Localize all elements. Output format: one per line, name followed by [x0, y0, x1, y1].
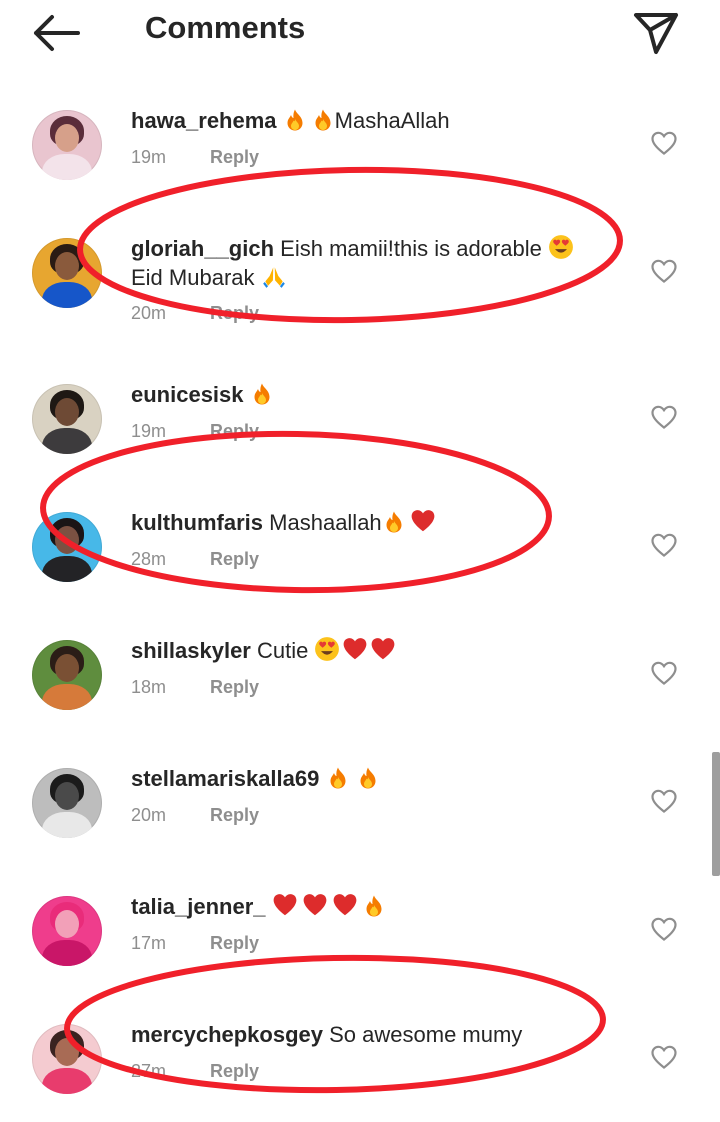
comment-text: mercychepkosgey So awesome mumy — [131, 1020, 621, 1049]
reply-button[interactable]: Reply — [210, 303, 259, 323]
list-item: shillaskyler Cutie 18m Reply — [0, 610, 720, 738]
heart-icon[interactable] — [650, 916, 678, 942]
comment-text: eunicesisk — [131, 380, 621, 409]
comment-meta: 28m Reply — [131, 549, 259, 570]
username[interactable]: mercychepkosgey — [131, 1022, 323, 1047]
timestamp: 27m — [131, 1061, 167, 1081]
avatar[interactable] — [32, 896, 102, 966]
avatar[interactable] — [32, 640, 102, 710]
reply-button[interactable]: Reply — [210, 549, 259, 569]
comment-text: shillaskyler Cutie — [131, 636, 621, 665]
reply-button[interactable]: Reply — [210, 933, 259, 953]
comment-meta: 20m Reply — [131, 805, 259, 826]
scrollbar[interactable] — [712, 752, 720, 876]
timestamp: 20m — [131, 805, 167, 825]
comment-text: kulthumfaris Mashaallah — [131, 508, 621, 537]
timestamp: 19m — [131, 147, 167, 167]
comment-body: Cutie — [257, 638, 309, 663]
timestamp: 20m — [131, 303, 167, 323]
comment-meta: 19m Reply — [131, 147, 259, 168]
timestamp: 17m — [131, 933, 167, 953]
username[interactable]: kulthumfaris — [131, 510, 263, 535]
red-heart-icon — [342, 636, 368, 662]
comment-text: talia_jenner_ — [131, 892, 621, 921]
list-item: eunicesisk 19m Reply — [0, 354, 720, 482]
comment-text: stellamariskalla69 — [131, 764, 621, 793]
avatar[interactable] — [32, 110, 102, 180]
red-heart-icon — [302, 892, 328, 918]
praying-hands-icon — [261, 263, 287, 289]
comment-meta: 17m Reply — [131, 933, 259, 954]
page-title: Comments — [145, 10, 306, 45]
red-heart-icon — [332, 892, 358, 918]
list-item: talia_jenner_ 17m Reply — [0, 866, 720, 994]
fire-icon — [283, 108, 307, 132]
comment-body-line2: Eid Mubarak — [131, 265, 255, 290]
comment-meta: 20m Reply — [131, 303, 259, 324]
username[interactable]: eunicesisk — [131, 382, 244, 407]
fire-icon — [356, 766, 380, 790]
reply-button[interactable]: Reply — [210, 805, 259, 825]
reply-button[interactable]: Reply — [210, 677, 259, 697]
heart-eyes-icon — [548, 234, 574, 260]
heart-icon[interactable] — [650, 788, 678, 814]
red-heart-icon — [370, 636, 396, 662]
list-item: stellamariskalla69 20m Reply — [0, 738, 720, 866]
fire-icon — [362, 894, 386, 918]
comment-text: gloriah__gich Eish mamii!this is adorabl… — [131, 234, 621, 292]
heart-icon[interactable] — [650, 258, 678, 284]
avatar[interactable] — [32, 384, 102, 454]
comment-meta: 27m Reply — [131, 1061, 259, 1082]
red-heart-icon — [272, 892, 298, 918]
list-item: mercychepkosgey So awesome mumy 27m Reply — [0, 994, 720, 1122]
fire-icon — [326, 766, 350, 790]
paper-plane-icon[interactable] — [630, 10, 682, 56]
red-heart-icon — [410, 508, 436, 534]
comment-list: hawa_rehema MashaAllah 19m Reply gloriah_… — [0, 80, 720, 1122]
comment-meta: 19m Reply — [131, 421, 259, 442]
heart-icon[interactable] — [650, 130, 678, 156]
heart-eyes-icon — [314, 636, 340, 662]
username[interactable]: talia_jenner_ — [131, 894, 266, 919]
reply-button[interactable]: Reply — [210, 421, 259, 441]
heart-icon[interactable] — [650, 404, 678, 430]
avatar[interactable] — [32, 512, 102, 582]
comment-meta: 18m Reply — [131, 677, 259, 698]
fire-icon — [382, 510, 406, 534]
avatar[interactable] — [32, 238, 102, 308]
comment-body: Mashaallah — [269, 510, 382, 535]
timestamp: 19m — [131, 421, 167, 441]
arrow-left-icon[interactable] — [30, 12, 82, 54]
heart-icon[interactable] — [650, 660, 678, 686]
username[interactable]: shillaskyler — [131, 638, 251, 663]
avatar[interactable] — [32, 1024, 102, 1094]
username[interactable]: gloriah__gich — [131, 236, 274, 261]
reply-button[interactable]: Reply — [210, 147, 259, 167]
comment-body: Eish mamii!this is adorable — [280, 236, 542, 261]
list-item: hawa_rehema MashaAllah 19m Reply — [0, 80, 720, 208]
comment-body: So awesome mumy — [329, 1022, 523, 1047]
username[interactable]: stellamariskalla69 — [131, 766, 319, 791]
heart-icon[interactable] — [650, 532, 678, 558]
reply-button[interactable]: Reply — [210, 1061, 259, 1081]
avatar[interactable] — [32, 768, 102, 838]
username[interactable]: hawa_rehema — [131, 108, 277, 133]
comment-body: MashaAllah — [334, 108, 450, 133]
list-item: gloriah__gich Eish mamii!this is adorabl… — [0, 208, 720, 354]
timestamp: 28m — [131, 549, 167, 569]
heart-icon[interactable] — [650, 1044, 678, 1070]
top-bar: Comments — [0, 0, 720, 64]
list-item: kulthumfaris Mashaallah 28m Reply — [0, 482, 720, 610]
fire-icon — [250, 382, 274, 406]
fire-icon — [311, 108, 335, 132]
comment-text: hawa_rehema MashaAllah — [131, 106, 621, 135]
timestamp: 18m — [131, 677, 167, 697]
